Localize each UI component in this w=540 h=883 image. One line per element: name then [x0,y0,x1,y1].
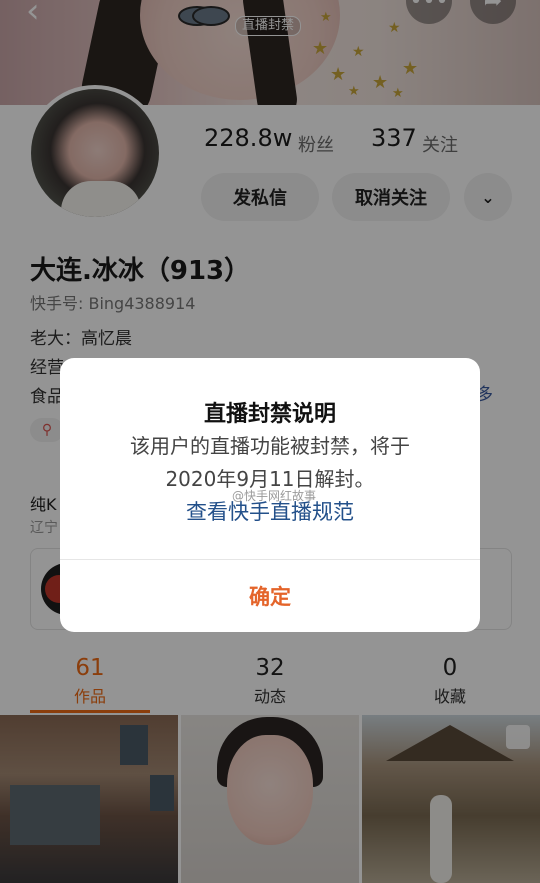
confirm-button[interactable]: 确定 [60,560,480,632]
dialog-body-line-1: 该用户的直播功能被封禁，将于 [130,434,410,458]
dialog-title: 直播封禁说明 [203,402,336,427]
watermark: @快手网红故事 [232,489,317,503]
profile-screen: ★ ★ ★ ★ ★ ★ ★ ★ ★ ‹ 直播封禁 ••• ➦ 228.8w 粉丝… [0,0,540,883]
